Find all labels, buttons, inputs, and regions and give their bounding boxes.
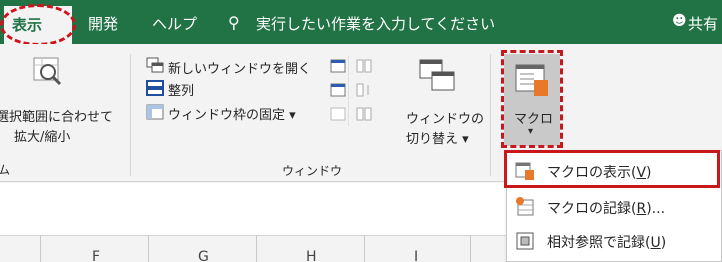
freeze-panes-icon: [146, 104, 164, 120]
tab-developer[interactable]: 開発: [88, 13, 118, 34]
column-divider: [256, 235, 257, 262]
relative-reference-tail: ): [660, 235, 667, 251]
column-header-h[interactable]: H: [306, 249, 317, 262]
hide-window-icon[interactable]: [330, 82, 346, 97]
switch-windows-label[interactable]: ウィンドウの: [406, 108, 484, 127]
tab-help[interactable]: ヘルプ: [152, 13, 197, 34]
reset-window-position-icon[interactable]: [356, 106, 372, 121]
record-macro-tail: )...: [646, 201, 666, 217]
tell-me-search[interactable]: 実行したい作業を入力してください: [256, 13, 495, 34]
switch-windows-icon: [418, 58, 458, 94]
column-divider: [148, 235, 149, 262]
menu-item-relative-reference[interactable]: 相対参照で記録(U): [507, 225, 721, 257]
record-macro-accesskey: R: [636, 201, 647, 217]
ribbon-tab-bar: 表示 開発 ヘルプ ⚲ 実行したい作業を入力してください ☻ 共有: [0, 0, 722, 46]
column-header-i[interactable]: I: [414, 249, 418, 262]
share-button[interactable]: 共有: [688, 13, 718, 34]
group-window-label: ウィンドウ: [282, 164, 343, 178]
relative-reference-accesskey: U: [650, 235, 661, 251]
arrange-button[interactable]: 整列: [168, 80, 194, 99]
column-divider: [364, 235, 365, 262]
relative-reference-icon: [515, 231, 535, 251]
view-side-by-side-icon[interactable]: [356, 58, 372, 73]
zoom-selection-icon[interactable]: [32, 56, 62, 86]
record-macro-icon: [515, 197, 535, 217]
relative-reference-text: 相対参照で記録(: [547, 235, 651, 251]
group-zoom-label: ム: [0, 163, 11, 177]
split-icon[interactable]: [330, 58, 346, 73]
freeze-panes-button[interactable]: ウィンドウ枠の固定 ▾: [168, 104, 296, 123]
arrange-icon: [146, 80, 164, 96]
sync-scroll-icon[interactable]: [356, 82, 372, 97]
lightbulb-icon: ⚲: [228, 13, 240, 32]
new-window-icon: [146, 57, 164, 73]
group-separator: [130, 54, 131, 176]
zoom-selection-label: 選択範囲に合わせて: [0, 110, 114, 125]
zoom-selection-label-2: 拡大/縮小: [14, 130, 71, 145]
inner-separator: [348, 56, 349, 126]
switch-windows-label-2[interactable]: 切り替え ▾: [406, 128, 469, 147]
column-header-g[interactable]: G: [198, 249, 209, 262]
unhide-window-icon[interactable]: [330, 106, 346, 121]
relative-reference-label: 相対参照で記録(U): [547, 232, 666, 252]
new-window-button[interactable]: 新しいウィンドウを開く: [168, 58, 311, 77]
record-macro-label: マクロの記録(R)...: [547, 198, 665, 218]
highlight-circle: [0, 4, 76, 46]
column-header-f[interactable]: F: [92, 249, 100, 262]
person-icon: ☻: [672, 13, 687, 29]
highlight-macro-box: [501, 50, 563, 148]
highlight-view-macros-box: [504, 150, 720, 188]
column-divider: [470, 235, 471, 262]
menu-item-record-macro[interactable]: マクロの記録(R)...: [507, 191, 721, 223]
record-macro-text: マクロの記録(: [547, 201, 637, 217]
group-separator-2: [490, 54, 491, 176]
column-divider: [40, 235, 41, 262]
